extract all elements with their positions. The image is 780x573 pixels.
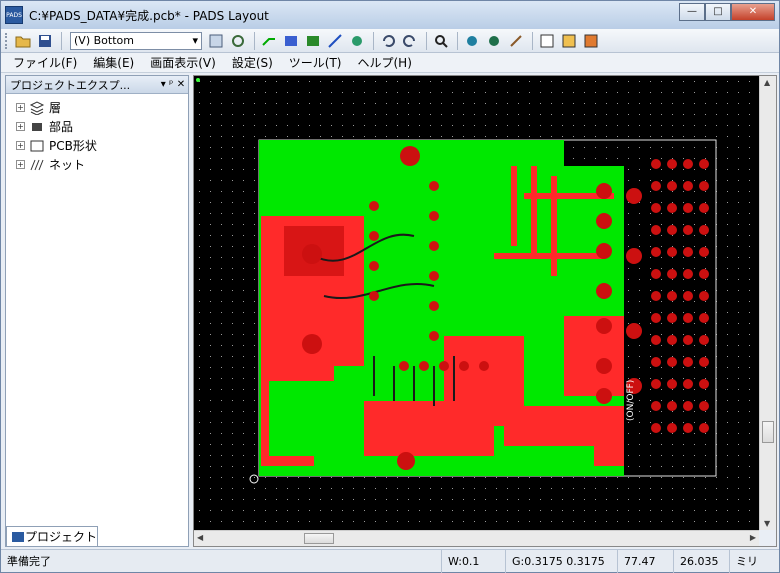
menu-bar: ファイル(F) 編集(E) 画面表示(V) 設定(S) ツール(T) ヘルプ(H… [1, 53, 779, 73]
maximize-button[interactable]: □ [705, 3, 731, 21]
menu-edit[interactable]: 編集(E) [85, 54, 142, 71]
menu-view[interactable]: 画面表示(V) [142, 54, 224, 71]
verify-icon[interactable] [484, 31, 504, 51]
layer-settings-icon[interactable] [206, 31, 226, 51]
silkscreen-label: (ON/OFF) [626, 379, 636, 421]
scroll-right-icon[interactable]: ▶ [750, 533, 756, 542]
status-width: W:0.1 [441, 549, 505, 573]
open-folder-icon[interactable] [13, 31, 33, 51]
chevron-down-icon: ▾ [192, 34, 198, 47]
undo-icon[interactable] [378, 31, 398, 51]
menu-tools[interactable]: ツール(T) [281, 54, 350, 71]
tree-item-components[interactable]: + 部品 [6, 117, 188, 136]
layer-select[interactable]: (V) Bottom ▾ [70, 31, 202, 50]
vertical-scroll-thumb[interactable] [762, 421, 774, 443]
menu-file[interactable]: ファイル(F) [5, 54, 85, 71]
status-bar: 準備完了 W:0.1 G:0.3175 0.3175 77.47 26.035 … [1, 549, 779, 573]
project-explorer-pane: プロジェクトエクスプ... ▾ ᵖ ✕ + 層 + 部品 + PCB形状 + ネ… [5, 75, 189, 547]
layers-icon [29, 100, 45, 115]
tree-item-layers[interactable]: + 層 [6, 98, 188, 117]
pane-close-icon[interactable]: ✕ [174, 79, 188, 90]
menu-setup[interactable]: 設定(S) [224, 54, 281, 71]
project-tree: + 層 + 部品 + PCB形状 + ネット [6, 94, 188, 174]
tree-item-label: 層 [49, 101, 62, 115]
tree-item-label: PCB形状 [49, 139, 97, 153]
tree-item-label: 部品 [49, 120, 74, 134]
main-toolbar: (V) Bottom ▾ [1, 29, 779, 53]
window-title: C:¥PADS_DATA¥完成.pcb* - PADS Layout [29, 8, 269, 23]
autorouter-icon[interactable] [281, 31, 301, 51]
menu-help[interactable]: ヘルプ(H) [350, 54, 420, 71]
expand-icon[interactable]: + [16, 122, 25, 131]
pane-title: プロジェクトエクスプ... [10, 78, 131, 92]
route-icon[interactable] [259, 31, 279, 51]
broom-icon[interactable] [506, 31, 526, 51]
project-icon [12, 531, 24, 542]
tree-item-pcb-shape[interactable]: + PCB形状 [6, 136, 188, 155]
ecad-icon[interactable] [581, 31, 601, 51]
layer-select-value: (V) Bottom [74, 34, 134, 47]
expand-icon[interactable]: + [16, 160, 25, 169]
connect-icon[interactable] [325, 31, 345, 51]
tab-project-label: プロジェクト [25, 530, 98, 544]
dimension-icon[interactable] [303, 31, 323, 51]
expand-icon[interactable]: + [16, 141, 25, 150]
zoom-icon[interactable] [431, 31, 451, 51]
spread-icon[interactable] [347, 31, 367, 51]
status-message: 準備完了 [7, 555, 51, 568]
net-icon [30, 159, 44, 170]
design-view: (ON/OFF) ▲ ▼ ◀ ▶ [193, 75, 777, 547]
scroll-down-icon[interactable]: ▼ [764, 519, 770, 528]
horizontal-scroll-thumb[interactable] [304, 533, 334, 544]
app-window: PADS C:¥PADS_DATA¥完成.pcb* - PADS Layout … [0, 0, 780, 573]
cut-icon[interactable] [537, 31, 557, 51]
status-unit: ミリ [729, 549, 779, 573]
tree-item-nets[interactable]: + ネット [6, 155, 188, 174]
highlight-icon[interactable] [559, 31, 579, 51]
pads-app-icon[interactable]: PADS [5, 6, 23, 24]
status-y: 26.035 [673, 549, 729, 573]
tree-item-label: ネット [49, 158, 86, 172]
component-icon [32, 122, 42, 131]
redraw-icon[interactable] [228, 31, 248, 51]
title-bar: PADS C:¥PADS_DATA¥完成.pcb* - PADS Layout … [1, 1, 779, 29]
minimize-button[interactable]: — [679, 3, 705, 21]
drc-icon[interactable] [462, 31, 482, 51]
scroll-left-icon[interactable]: ◀ [197, 533, 203, 542]
save-icon[interactable] [35, 31, 55, 51]
pane-header: プロジェクトエクスプ... ▾ ᵖ ✕ [6, 76, 188, 94]
toolbar-grip[interactable] [5, 32, 9, 49]
pcb-shape-icon [30, 140, 44, 151]
pane-pin-icon[interactable]: ▾ ᵖ [160, 79, 174, 90]
pcb-board-drawing [194, 76, 759, 530]
pcb-canvas[interactable]: (ON/OFF) [194, 76, 759, 530]
vertical-scrollbar[interactable]: ▲ ▼ [759, 76, 776, 530]
close-button[interactable]: ✕ [731, 3, 775, 21]
scroll-up-icon[interactable]: ▲ [764, 78, 770, 87]
horizontal-scrollbar[interactable]: ◀ ▶ [194, 530, 759, 546]
tab-project[interactable]: プロジェクト [6, 526, 98, 546]
expand-icon[interactable]: + [16, 103, 25, 112]
redo-icon[interactable] [400, 31, 420, 51]
status-grid: G:0.3175 0.3175 [505, 549, 617, 573]
status-x: 77.47 [617, 549, 673, 573]
